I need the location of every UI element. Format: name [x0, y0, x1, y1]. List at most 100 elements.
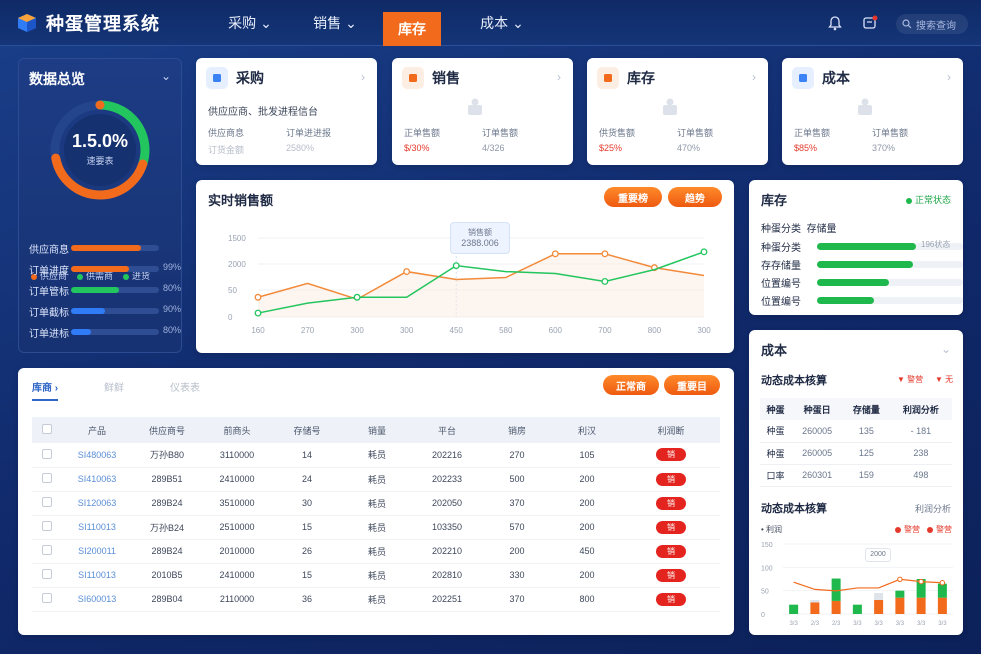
orange-bar[interactable] [937, 597, 947, 614]
green-bar[interactable] [895, 590, 905, 598]
status-badge[interactable]: 销 [656, 448, 686, 462]
row-checkbox[interactable] [42, 593, 52, 603]
row-checkbox[interactable] [42, 521, 52, 531]
line-point[interactable] [897, 576, 903, 582]
row-checkbox[interactable] [42, 473, 52, 483]
row-checkbox[interactable] [42, 448, 52, 459]
line-point[interactable] [939, 580, 946, 586]
module-card-purchase[interactable]: 采购 › 供应应商、批发进程信台 供应商息 订货金额 订单进进报 2580% [196, 58, 377, 165]
column-header[interactable]: 产品 [62, 417, 132, 443]
table-row[interactable]: SI120063 289B24 3510000 30 耗员 202050 370 200 销 [32, 491, 720, 516]
status-badge[interactable]: 销 [656, 496, 686, 510]
chevron-right-icon[interactable]: › [947, 70, 951, 84]
data-point[interactable] [700, 248, 708, 256]
row-track [817, 297, 963, 304]
status-badge[interactable]: 销 [656, 568, 686, 582]
row-checkbox[interactable] [42, 545, 52, 555]
green-bar[interactable] [852, 604, 862, 614]
nav-sales[interactable]: 销售 ⌄ [305, 0, 365, 46]
metric-label: 订单售额 [482, 128, 519, 138]
data-point[interactable] [601, 277, 609, 285]
x-tick-label: 600 [549, 326, 563, 335]
important-button[interactable]: 重要目 [664, 375, 720, 395]
product-link[interactable]: SI200011 [62, 539, 132, 564]
chevron-right-icon[interactable]: › [557, 70, 561, 84]
row-checkbox[interactable] [42, 497, 52, 507]
module-card-sales[interactable]: 销售 › 正单售额 $/30% 订单售额 4/326 [392, 58, 573, 165]
nav-cost[interactable]: 成本 ⌄ [472, 0, 532, 46]
product-link[interactable]: SI120063 [62, 491, 132, 516]
select-all-checkbox[interactable] [42, 424, 52, 434]
data-point[interactable] [254, 309, 262, 317]
orange-bar[interactable] [874, 600, 884, 614]
green-bar[interactable] [831, 578, 841, 601]
product-link[interactable]: SI600013 [62, 587, 132, 612]
table-cell: 200 [552, 491, 622, 516]
table-row[interactable]: SI200011 289B24 2010000 26 耗员 202210 200 450 销 [32, 539, 720, 564]
data-point[interactable] [601, 250, 609, 258]
orange-bar[interactable] [916, 597, 926, 614]
data-point[interactable] [353, 293, 361, 301]
product-link[interactable]: SI110013 [62, 563, 132, 588]
chevron-right-icon[interactable]: › [361, 70, 365, 84]
y-tick-label: 1500 [228, 234, 246, 243]
nav-inventory[interactable]: 库存 [383, 12, 441, 46]
column-header[interactable]: 前商头 [202, 417, 272, 443]
chevron-right-icon[interactable]: › [752, 70, 756, 84]
table-cell: 202050 [412, 491, 482, 516]
data-point[interactable] [403, 268, 411, 276]
table-row[interactable]: SI110013 万孙B24 2510000 15 耗员 103350 570 200 销 [32, 515, 720, 540]
brand[interactable]: 种蛋管理系统 [16, 10, 160, 36]
module-card-cost[interactable]: 成本 › 正单售额 $85% 订单售额 370% [782, 58, 963, 165]
message-icon[interactable] [862, 15, 878, 31]
column-header[interactable]: 销量 [342, 417, 412, 443]
table-row[interactable]: SI600013 289B04 2110000 36 耗员 202251 370 800 销 [32, 587, 720, 612]
column-header[interactable]: 利汉 [552, 417, 622, 443]
nav-purchase[interactable]: 采购 ⌄ [220, 0, 280, 46]
column-header[interactable]: 供应商号 [132, 417, 202, 443]
green-bar[interactable] [789, 604, 799, 614]
column-header[interactable]: 存储号 [272, 417, 342, 443]
table-row[interactable]: SI480063 万孙B80 3110000 14 耗员 202216 270 105 销 [32, 443, 720, 468]
row-select-cell [32, 563, 62, 588]
row-checkbox[interactable] [42, 569, 52, 579]
status-badge[interactable]: 销 [656, 544, 686, 558]
normal-button[interactable]: 正常商 [603, 375, 659, 395]
table-cell: 3510000 [202, 491, 272, 516]
chevron-down-icon[interactable]: ⌄ [161, 69, 171, 83]
gray-bar[interactable] [810, 600, 820, 603]
data-point[interactable] [254, 293, 262, 301]
column-header[interactable]: 利润断 [622, 417, 720, 443]
data-point[interactable] [551, 250, 559, 258]
orange-bar[interactable] [831, 600, 841, 614]
product-link[interactable]: SI410063 [62, 467, 132, 492]
tab-fresh[interactable]: 鲜鲜 [104, 379, 124, 394]
product-link[interactable]: SI110013 [62, 515, 132, 540]
orange-bar[interactable] [895, 597, 905, 614]
data-point[interactable] [452, 262, 460, 270]
cube-logo-icon [18, 14, 36, 32]
x-tick-label: 300 [697, 326, 711, 335]
column-header[interactable]: 销房 [482, 417, 552, 443]
search-input[interactable]: 搜索查询 [896, 14, 968, 34]
tab-dashboard[interactable]: 仪表表 [170, 379, 200, 394]
column-header[interactable]: 平台 [412, 417, 482, 443]
cost-header-row: 种蛋 种蛋日 存储量 利润分析 [760, 398, 952, 420]
bar-fill [71, 266, 130, 272]
chart-tooltip: 销售额 2388.006 [450, 222, 510, 254]
green-bar[interactable] [937, 583, 947, 598]
table-row[interactable]: SI110013 2010B5 2410000 15 耗员 202810 330 200 销 [32, 563, 720, 588]
orange-bar[interactable] [810, 602, 820, 614]
tab-stores[interactable]: 库商 › [32, 379, 59, 401]
product-link[interactable]: SI480063 [62, 443, 132, 468]
table-row[interactable]: SI410063 289B51 2410000 24 耗员 202233 500 200 销 [32, 467, 720, 492]
bell-icon[interactable] [827, 15, 843, 31]
gray-bar[interactable] [874, 593, 884, 600]
row-value: 196状态 [921, 240, 951, 249]
status-badge[interactable]: 销 [656, 592, 686, 606]
status-badge[interactable]: 销 [656, 472, 686, 486]
line-point[interactable] [918, 578, 924, 585]
status-badge[interactable]: 销 [656, 520, 686, 534]
metric-label: 订单售额 [677, 128, 714, 138]
module-card-inventory[interactable]: 库存 › 供货售额 $25% 订单售额 470% [587, 58, 768, 165]
